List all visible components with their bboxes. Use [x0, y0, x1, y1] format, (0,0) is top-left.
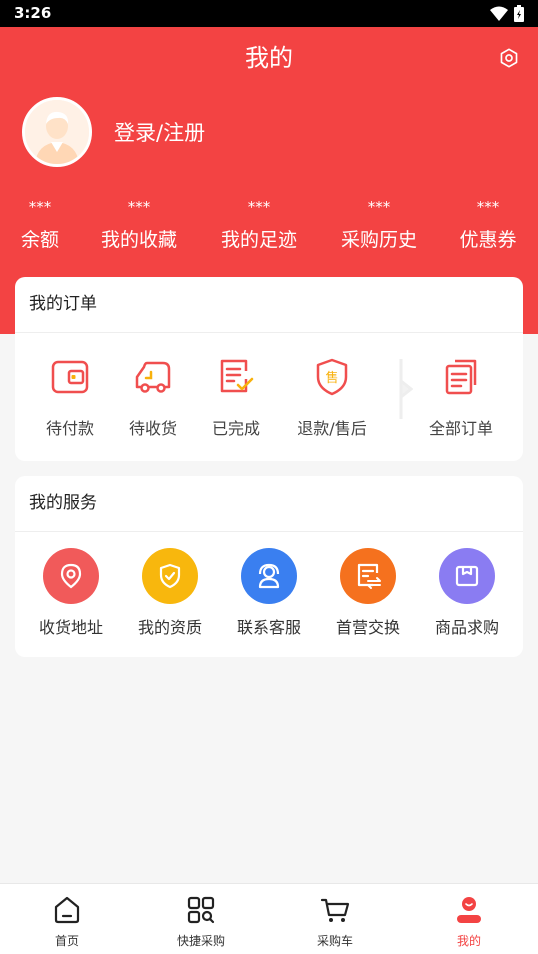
cart-icon [320, 898, 350, 922]
location-pin-icon [60, 563, 82, 589]
order-all[interactable]: 全部订单 [421, 357, 501, 439]
svg-text:售: 售 [325, 370, 338, 386]
truck-icon [135, 361, 171, 393]
my-services-card: 我的服务 收货地址 我的资质 联系客服 首营交换 商品求购 [15, 476, 523, 657]
gear-icon[interactable] [498, 47, 520, 69]
service-label: 我的资质 [137, 618, 202, 637]
order-completed[interactable]: 已完成 [201, 357, 271, 439]
nav-quick-purchase[interactable]: 快捷采购 [134, 894, 268, 949]
service-label: 商品求购 [434, 618, 499, 637]
page-title: 我的 [245, 44, 293, 72]
stat-value: *** [28, 198, 52, 216]
all-orders-icon [445, 359, 477, 395]
login-register-link[interactable]: 登录/注册 [114, 117, 205, 147]
service-product-request[interactable]: 商品求购 [425, 548, 509, 638]
service-icon-circle [142, 548, 198, 604]
stat-coupons[interactable]: *** 优惠券 [453, 197, 523, 252]
stat-balance[interactable]: *** 余额 [10, 197, 70, 252]
my-orders-card: 我的订单 待付款 待收货 已完成 售 退款/售后 全部订单 [15, 277, 523, 461]
after-sale-shield-icon: 售 [316, 358, 348, 396]
checklist-icon [220, 359, 254, 393]
status-bar: 3:26 [0, 0, 538, 27]
order-pending-payment[interactable]: 待付款 [35, 357, 105, 439]
stat-value: *** [127, 198, 151, 216]
stats-row: *** 余额 *** 我的收藏 *** 我的足迹 *** 采购历史 *** 优惠… [0, 197, 538, 257]
my-orders-title: 我的订单 [15, 277, 523, 333]
service-my-qualifications[interactable]: 我的资质 [128, 548, 212, 638]
nav-label: 首页 [54, 934, 79, 948]
order-label: 退款/售后 [297, 419, 367, 438]
nav-mine[interactable]: 我的 [402, 894, 536, 949]
wallet-icon [51, 360, 89, 394]
order-label: 全部订单 [428, 419, 493, 438]
service-icon-circle [340, 548, 396, 604]
nav-label: 我的 [456, 934, 481, 948]
stat-value: *** [247, 198, 271, 216]
stat-value: *** [476, 198, 500, 216]
service-contact-support[interactable]: 联系客服 [227, 548, 311, 638]
service-label: 首营交换 [335, 618, 400, 637]
stat-value: *** [367, 198, 391, 216]
service-label: 联系客服 [236, 618, 301, 637]
nav-purchase-cart[interactable]: 采购车 [268, 894, 402, 949]
stat-label: 我的收藏 [100, 229, 177, 251]
customer-service-icon [258, 563, 280, 589]
stat-purchase-history[interactable]: *** 采购历史 [334, 197, 424, 252]
exchange-document-icon [357, 563, 381, 589]
my-services-title: 我的服务 [15, 476, 523, 532]
stat-label: 优惠券 [459, 229, 517, 251]
user-icon [457, 897, 481, 923]
status-time: 3:26 [14, 4, 52, 22]
shield-check-icon [159, 563, 181, 589]
stat-footprints[interactable]: *** 我的足迹 [214, 197, 304, 252]
order-label: 待付款 [45, 419, 94, 438]
nav-home[interactable]: 首页 [0, 894, 134, 949]
service-icon-circle [241, 548, 297, 604]
service-shipping-address[interactable]: 收货地址 [29, 548, 113, 638]
service-icon-circle [439, 548, 495, 604]
stat-favorites[interactable]: *** 我的收藏 [94, 197, 184, 252]
service-label: 收货地址 [38, 618, 103, 637]
box-icon [455, 565, 479, 587]
status-icons [490, 5, 524, 22]
order-refund-after-sale[interactable]: 售 退款/售后 [287, 357, 377, 439]
battery-icon [514, 5, 524, 22]
service-first-business-exchange[interactable]: 首营交换 [326, 548, 410, 638]
divider-arrow [399, 359, 413, 419]
nav-label: 快捷采购 [176, 934, 225, 948]
wifi-icon [490, 6, 508, 21]
order-pending-receipt[interactable]: 待收货 [118, 357, 188, 439]
service-icon-circle [43, 548, 99, 604]
stat-label: 余额 [20, 229, 59, 251]
stat-label: 我的足迹 [220, 229, 297, 251]
bottom-nav: 首页 快捷采购 采购车 我的 [0, 883, 538, 954]
home-icon [54, 896, 80, 924]
default-avatar-icon [25, 100, 89, 164]
order-label: 待收货 [128, 419, 177, 438]
scan-grid-icon [187, 896, 215, 924]
stat-label: 采购历史 [340, 229, 417, 251]
order-label: 已完成 [211, 419, 260, 438]
nav-label: 采购车 [316, 934, 353, 948]
avatar[interactable] [22, 97, 92, 167]
